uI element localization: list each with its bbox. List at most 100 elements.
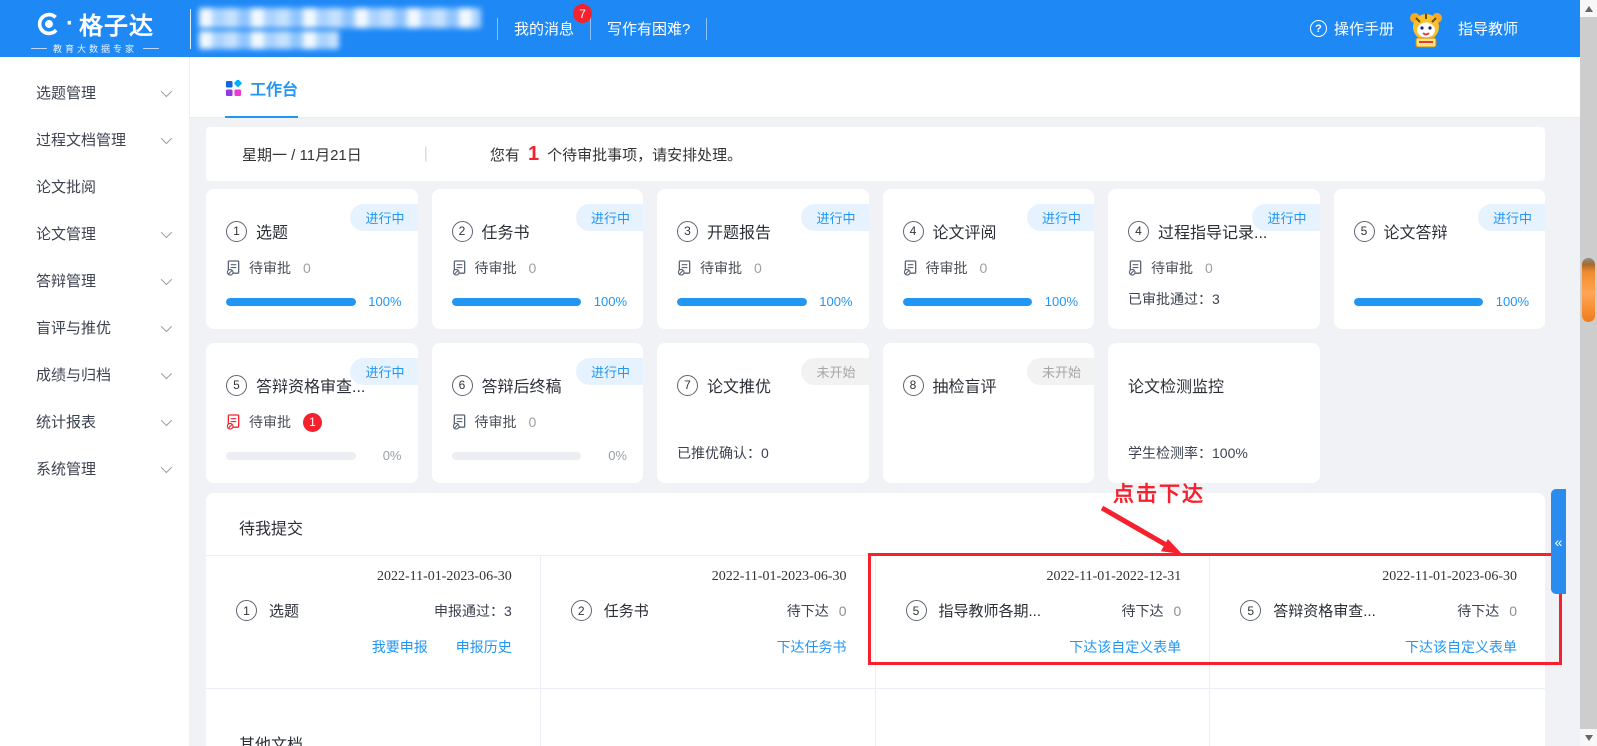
annotation-arrow <box>1088 500 1198 562</box>
apply-link[interactable]: 我要申报 <box>372 637 428 657</box>
stage-number: 5 <box>226 375 247 396</box>
greeting-bar: 星期一 / 11月21日 | 您有 1 个待审批事项，请安排处理。 <box>206 127 1545 181</box>
submit-panel: 待我提交 2022-11-01-2023-06-30 1 选题 申报通过：3 <box>206 493 1545 746</box>
sidebar-item-process-docs[interactable]: 过程文档管理 <box>0 116 189 163</box>
pending-label: 待审批 <box>249 258 291 278</box>
issue-task-book-link[interactable]: 下达任务书 <box>777 637 847 657</box>
pending-count: 0 <box>529 414 537 430</box>
submit-card-defense-qualification-form: 2022-11-01-2023-06-30 5 答辩资格审查... 待下达0 下… <box>1210 556 1545 688</box>
submit-card-title: 任务书 <box>604 600 649 621</box>
document-review-icon <box>452 260 467 276</box>
issue-custom-form-link[interactable]: 下达该自定义表单 <box>1405 637 1517 657</box>
status-label: 待下达 <box>787 603 829 619</box>
pending-label: 待审批 <box>249 412 291 432</box>
submit-card-title: 选题 <box>269 600 299 621</box>
other-docs-title: 其他文档 <box>239 731 512 746</box>
sidebar-item-label: 选题管理 <box>36 82 161 103</box>
avatar[interactable] <box>1406 9 1446 49</box>
stage-title: 答辩后终稿 <box>482 373 562 397</box>
stage-card-proposal-report[interactable]: 进行中 3 开题报告 待审批 0 100% <box>657 189 869 329</box>
pending-approval-count: 1 <box>528 143 539 166</box>
apply-history-link[interactable]: 申报历史 <box>456 637 512 657</box>
stage-card-topic[interactable]: 进行中 1 选题 待审批 0 100% <box>206 189 418 329</box>
arrow-down-icon <box>1585 735 1593 741</box>
stage-title: 答辩资格审查... <box>256 373 365 397</box>
pending-label: 待审批 <box>475 412 517 432</box>
greeting-divider: | <box>424 145 428 163</box>
progress-bar: 100% <box>452 294 628 309</box>
stage-card-detection-monitor[interactable]: 论文检测监控 学生检测率：100% <box>1108 343 1320 483</box>
progress-bar: 0% <box>226 448 402 463</box>
scroll-down-button[interactable] <box>1580 729 1597 746</box>
stage-card-sampling-blind-review[interactable]: 未开始 8 抽检盲评 <box>883 343 1095 483</box>
question-circle-icon: ? <box>1310 20 1327 37</box>
sidebar-item-blind-review[interactable]: 盲评与推优 <box>0 304 189 351</box>
header-divider <box>190 9 191 49</box>
sidebar-item-system-management[interactable]: 系统管理 <box>0 445 189 492</box>
submit-card-task-book: 2022-11-01-2023-06-30 2 任务书 待下达0 下达任务书 <box>541 556 876 688</box>
status-badge: 进行中 <box>1027 204 1094 231</box>
chevron-down-icon <box>161 461 172 472</box>
chevron-down-icon <box>161 226 172 237</box>
sidebar-item-defense-management[interactable]: 答辩管理 <box>0 257 189 304</box>
manual-button[interactable]: ? 操作手册 <box>1308 14 1396 43</box>
stage-cards-row2: 进行中 5 答辩资格审查... 待审批 1 0% <box>206 343 1545 483</box>
collapse-panel-handle[interactable]: « <box>1551 489 1566 594</box>
status-badge: 进行中 <box>576 204 643 231</box>
stage-card-task-book[interactable]: 进行中 2 任务书 待审批 0 100% <box>432 189 644 329</box>
stage-title: 过程指导记录... <box>1158 219 1267 243</box>
progress-bar: 0% <box>452 448 628 463</box>
progress-label: 100% <box>1040 294 1078 309</box>
stage-card-paper-review[interactable]: 进行中 4 论文评阅 待审批 0 100% <box>883 189 1095 329</box>
sidebar-item-paper-review[interactable]: 论文批阅 <box>0 163 189 210</box>
scroll-up-button[interactable] <box>1580 0 1597 17</box>
sidebar-item-grades-archive[interactable]: 成绩与归档 <box>0 351 189 398</box>
arrow-up-icon <box>1585 6 1593 12</box>
sidebar-item-topic-management[interactable]: 选题管理 <box>0 69 189 116</box>
progress-label: 0% <box>589 448 627 463</box>
empty-cell <box>541 689 876 746</box>
document-review-icon <box>226 260 241 276</box>
manual-label: 操作手册 <box>1334 18 1394 39</box>
my-messages-button[interactable]: 我的消息 7 <box>512 14 576 43</box>
pending-count: 0 <box>303 260 311 276</box>
chevron-down-icon <box>161 132 172 143</box>
status-badge: 进行中 <box>350 358 417 385</box>
stage-number: 4 <box>903 221 924 242</box>
chevron-down-icon <box>161 320 172 331</box>
stage-card-paper-recommendation[interactable]: 未开始 7 论文推优 已推优确认：0 <box>657 343 869 483</box>
submit-cards-row: 2022-11-01-2023-06-30 1 选题 申报通过：3 我要申报 申… <box>206 555 1545 688</box>
progress-label: 100% <box>364 294 402 309</box>
recommend-confirmed-text: 已推优确认：0 <box>677 445 769 461</box>
stage-card-defense-qualification[interactable]: 进行中 5 答辩资格审查... 待审批 1 0% <box>206 343 418 483</box>
stage-card-defense[interactable]: 进行中 5 论文答辩 100% <box>1334 189 1546 329</box>
progress-label: 100% <box>815 294 853 309</box>
sidebar-item-paper-management[interactable]: 论文管理 <box>0 210 189 257</box>
status-value: 3 <box>504 603 512 619</box>
stage-title: 论文推优 <box>707 373 771 397</box>
stage-card-guidance-record[interactable]: 进行中 4 过程指导记录... 待审批 0 已审批通过：3 <box>1108 189 1320 329</box>
nav-divider <box>706 18 707 40</box>
writing-help-button[interactable]: 写作有困难? <box>605 14 692 43</box>
sidebar: 选题管理 过程文档管理 论文批阅 论文管理 答辩管理 盲评与推优 成绩与归档 统… <box>0 57 190 746</box>
greeting-date: 星期一 / 11月21日 <box>242 144 362 165</box>
stage-card-final-draft[interactable]: 进行中 6 答辩后终稿 待审批 0 0% <box>432 343 644 483</box>
tab-workbench[interactable]: 工作台 <box>225 76 298 118</box>
progress-label: 100% <box>589 294 627 309</box>
sidebar-item-label: 统计报表 <box>36 411 161 432</box>
stage-title: 开题报告 <box>707 219 771 243</box>
role-label[interactable]: 指导教师 <box>1456 14 1520 43</box>
scrollbar-thumb[interactable] <box>1582 258 1595 322</box>
sidebar-item-label: 论文管理 <box>36 223 161 244</box>
app-header: · 格子达 教育大数据专家 我的消息 7 写作有困难? ? 操作手册 <box>0 0 1580 57</box>
document-review-icon <box>1128 260 1143 276</box>
document-review-icon <box>226 414 241 430</box>
date-range: 2022-11-01-2022-12-31 <box>906 569 1182 585</box>
chevron-down-icon <box>161 85 172 96</box>
vertical-scrollbar[interactable] <box>1580 0 1597 746</box>
progress-bar: 100% <box>226 294 402 309</box>
sidebar-item-statistics[interactable]: 统计报表 <box>0 398 189 445</box>
status-value: 0 <box>839 603 847 619</box>
stage-number: 5 <box>906 600 927 621</box>
issue-custom-form-link[interactable]: 下达该自定义表单 <box>1069 637 1181 657</box>
